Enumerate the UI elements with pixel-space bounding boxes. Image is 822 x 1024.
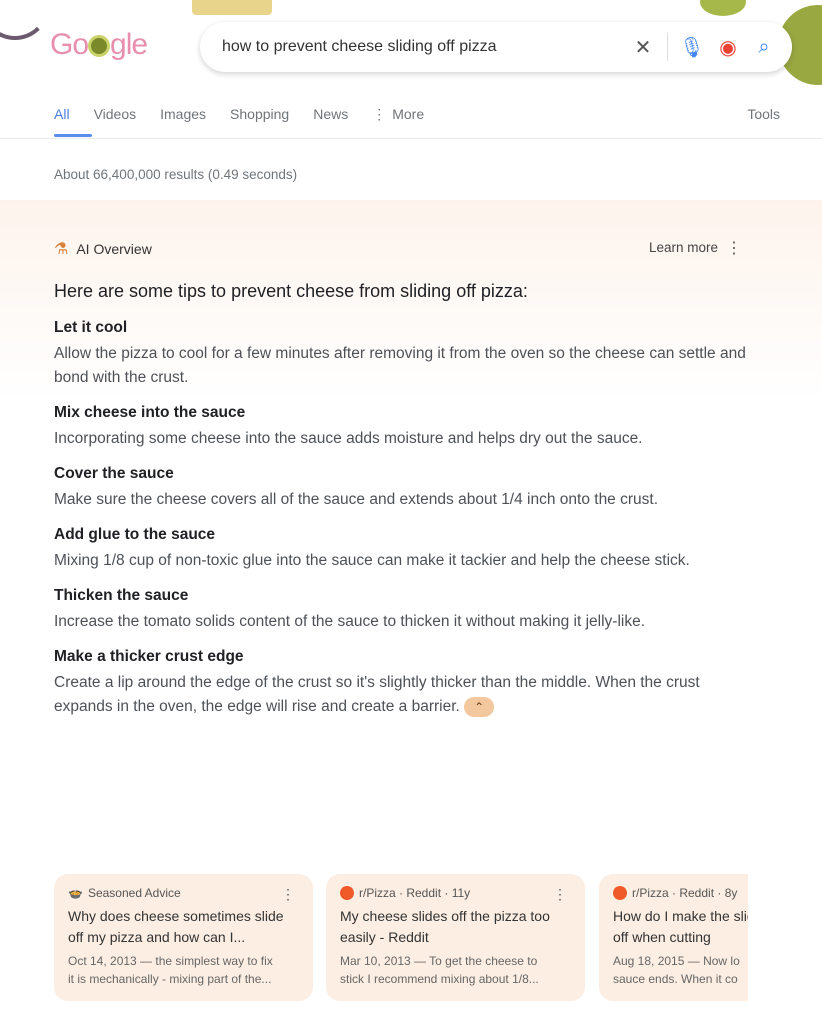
microphone-icon[interactable]: 🎙 <box>674 35 710 60</box>
reddit-icon <box>340 886 354 900</box>
tab-news[interactable]: News <box>313 106 348 123</box>
tip-section: Add glue to the sauce Mixing 1/8 cup of n… <box>54 526 754 573</box>
tip-title: Mix cheese into the sauce <box>54 404 246 421</box>
tip-section: Let it cool Allow the pizza to cool for a… <box>54 319 754 390</box>
search-input[interactable]: how to prevent cheese sliding off pizza <box>222 38 625 56</box>
tip-body: Make sure the cheese covers all of the s… <box>54 491 659 508</box>
tip-body: Incorporating some cheese into the sauce… <box>54 430 643 447</box>
card-title: How do I make the slide off when cutting <box>613 908 748 945</box>
tab-videos[interactable]: Videos <box>94 106 137 123</box>
ai-overview-content: Here are some tips to prevent cheese fro… <box>54 281 754 733</box>
tip-title: Make a thicker crust edge <box>54 648 244 665</box>
tools-button[interactable]: Tools <box>747 106 780 122</box>
doodle-onion <box>0 0 50 40</box>
tip-section: Thicken the sauce Increase the tomato sol… <box>54 587 754 634</box>
learn-more-link[interactable]: Learn more <box>649 240 718 255</box>
divider <box>667 33 668 61</box>
tip-body: Create a lip around the edge of the crus… <box>54 674 700 717</box>
card-title: My cheese slides off the pizza too easil… <box>340 908 550 945</box>
source-cards: 🍲 Seasoned Advice ⋮ Why does cheese somet… <box>54 874 748 1002</box>
tip-body: Allow the pizza to cool for a few minute… <box>54 345 746 386</box>
close-icon[interactable]: ✕ <box>625 35 661 60</box>
source-card[interactable]: r/Pizza · Reddit · 11y ⋮ My cheese slide… <box>326 874 585 1001</box>
tip-body: Increase the tomato solids content of th… <box>54 613 646 630</box>
ai-overview-heading: Here are some tips to prevent cheese fro… <box>54 281 528 301</box>
collapse-chevron-icon[interactable]: ⌃ <box>464 696 495 717</box>
ai-overview-label: AI Overview <box>76 241 152 257</box>
card-title: Why does cheese sometimes slide off my p… <box>68 908 284 945</box>
ai-overview-header: ⚗ AI Overview <box>54 239 152 259</box>
tip-title: Thicken the sauce <box>54 587 189 604</box>
tab-images[interactable]: Images <box>160 106 206 123</box>
active-tab-indicator <box>54 134 92 137</box>
flask-icon: ⚗ <box>54 241 69 258</box>
result-stats: About 66,400,000 results (0.49 seconds) <box>54 167 298 182</box>
card-snippet: Mar 10, 2013 — To get the cheese to <box>340 954 538 968</box>
tip-title: Cover the sauce <box>54 465 174 482</box>
kebab-icon: ⋮ <box>372 106 387 122</box>
lens-icon[interactable]: ◉ <box>710 35 746 60</box>
tab-all[interactable]: All <box>54 106 70 123</box>
tip-body: Mixing 1/8 cup of non-toxic glue into th… <box>54 552 690 569</box>
tip-section: Make a thicker crust edge Create a lip ar… <box>54 648 754 719</box>
search-icon[interactable]: ⌕ <box>746 36 782 59</box>
more-options-icon[interactable]: ⋮ <box>553 886 567 903</box>
search-box[interactable]: how to prevent cheese sliding off pizza … <box>200 22 792 72</box>
seasoned-advice-icon: 🍲 <box>68 886 83 900</box>
source-card[interactable]: 🍲 Seasoned Advice ⋮ Why does cheese somet… <box>54 874 313 1001</box>
card-snippet: it is mechanically - mixing part of the.… <box>68 972 272 986</box>
card-snippet: stick I recommend mixing about 1/8... <box>340 972 539 986</box>
doodle-chip <box>192 0 272 15</box>
google-logo[interactable]: Go gle <box>50 28 148 62</box>
source-card[interactable]: r/Pizza · Reddit · 8y How do I make the … <box>599 874 748 1001</box>
card-snippet: Aug 18, 2015 — Now lo <box>613 954 740 968</box>
tip-section: Mix cheese into the sauce Incorporating s… <box>54 404 754 451</box>
tab-more[interactable]: ⋮ More <box>372 106 448 123</box>
doodle-pepper <box>700 0 746 16</box>
card-snippet: Oct 14, 2013 — the simplest way to fix <box>68 954 273 968</box>
card-snippet: sauce ends. When it co <box>613 972 738 986</box>
tab-shopping[interactable]: Shopping <box>230 106 289 123</box>
more-options-icon[interactable]: ⋮ <box>281 886 295 903</box>
divider <box>0 138 822 139</box>
tip-title: Let it cool <box>54 319 128 336</box>
search-tabs: All Videos Images Shopping News ⋮ More <box>54 106 782 123</box>
more-options-icon[interactable]: ⋮ <box>726 238 742 258</box>
reddit-icon <box>613 886 627 900</box>
tip-section: Cover the sauce Make sure the cheese cove… <box>54 465 754 512</box>
tip-title: Add glue to the sauce <box>54 526 216 543</box>
